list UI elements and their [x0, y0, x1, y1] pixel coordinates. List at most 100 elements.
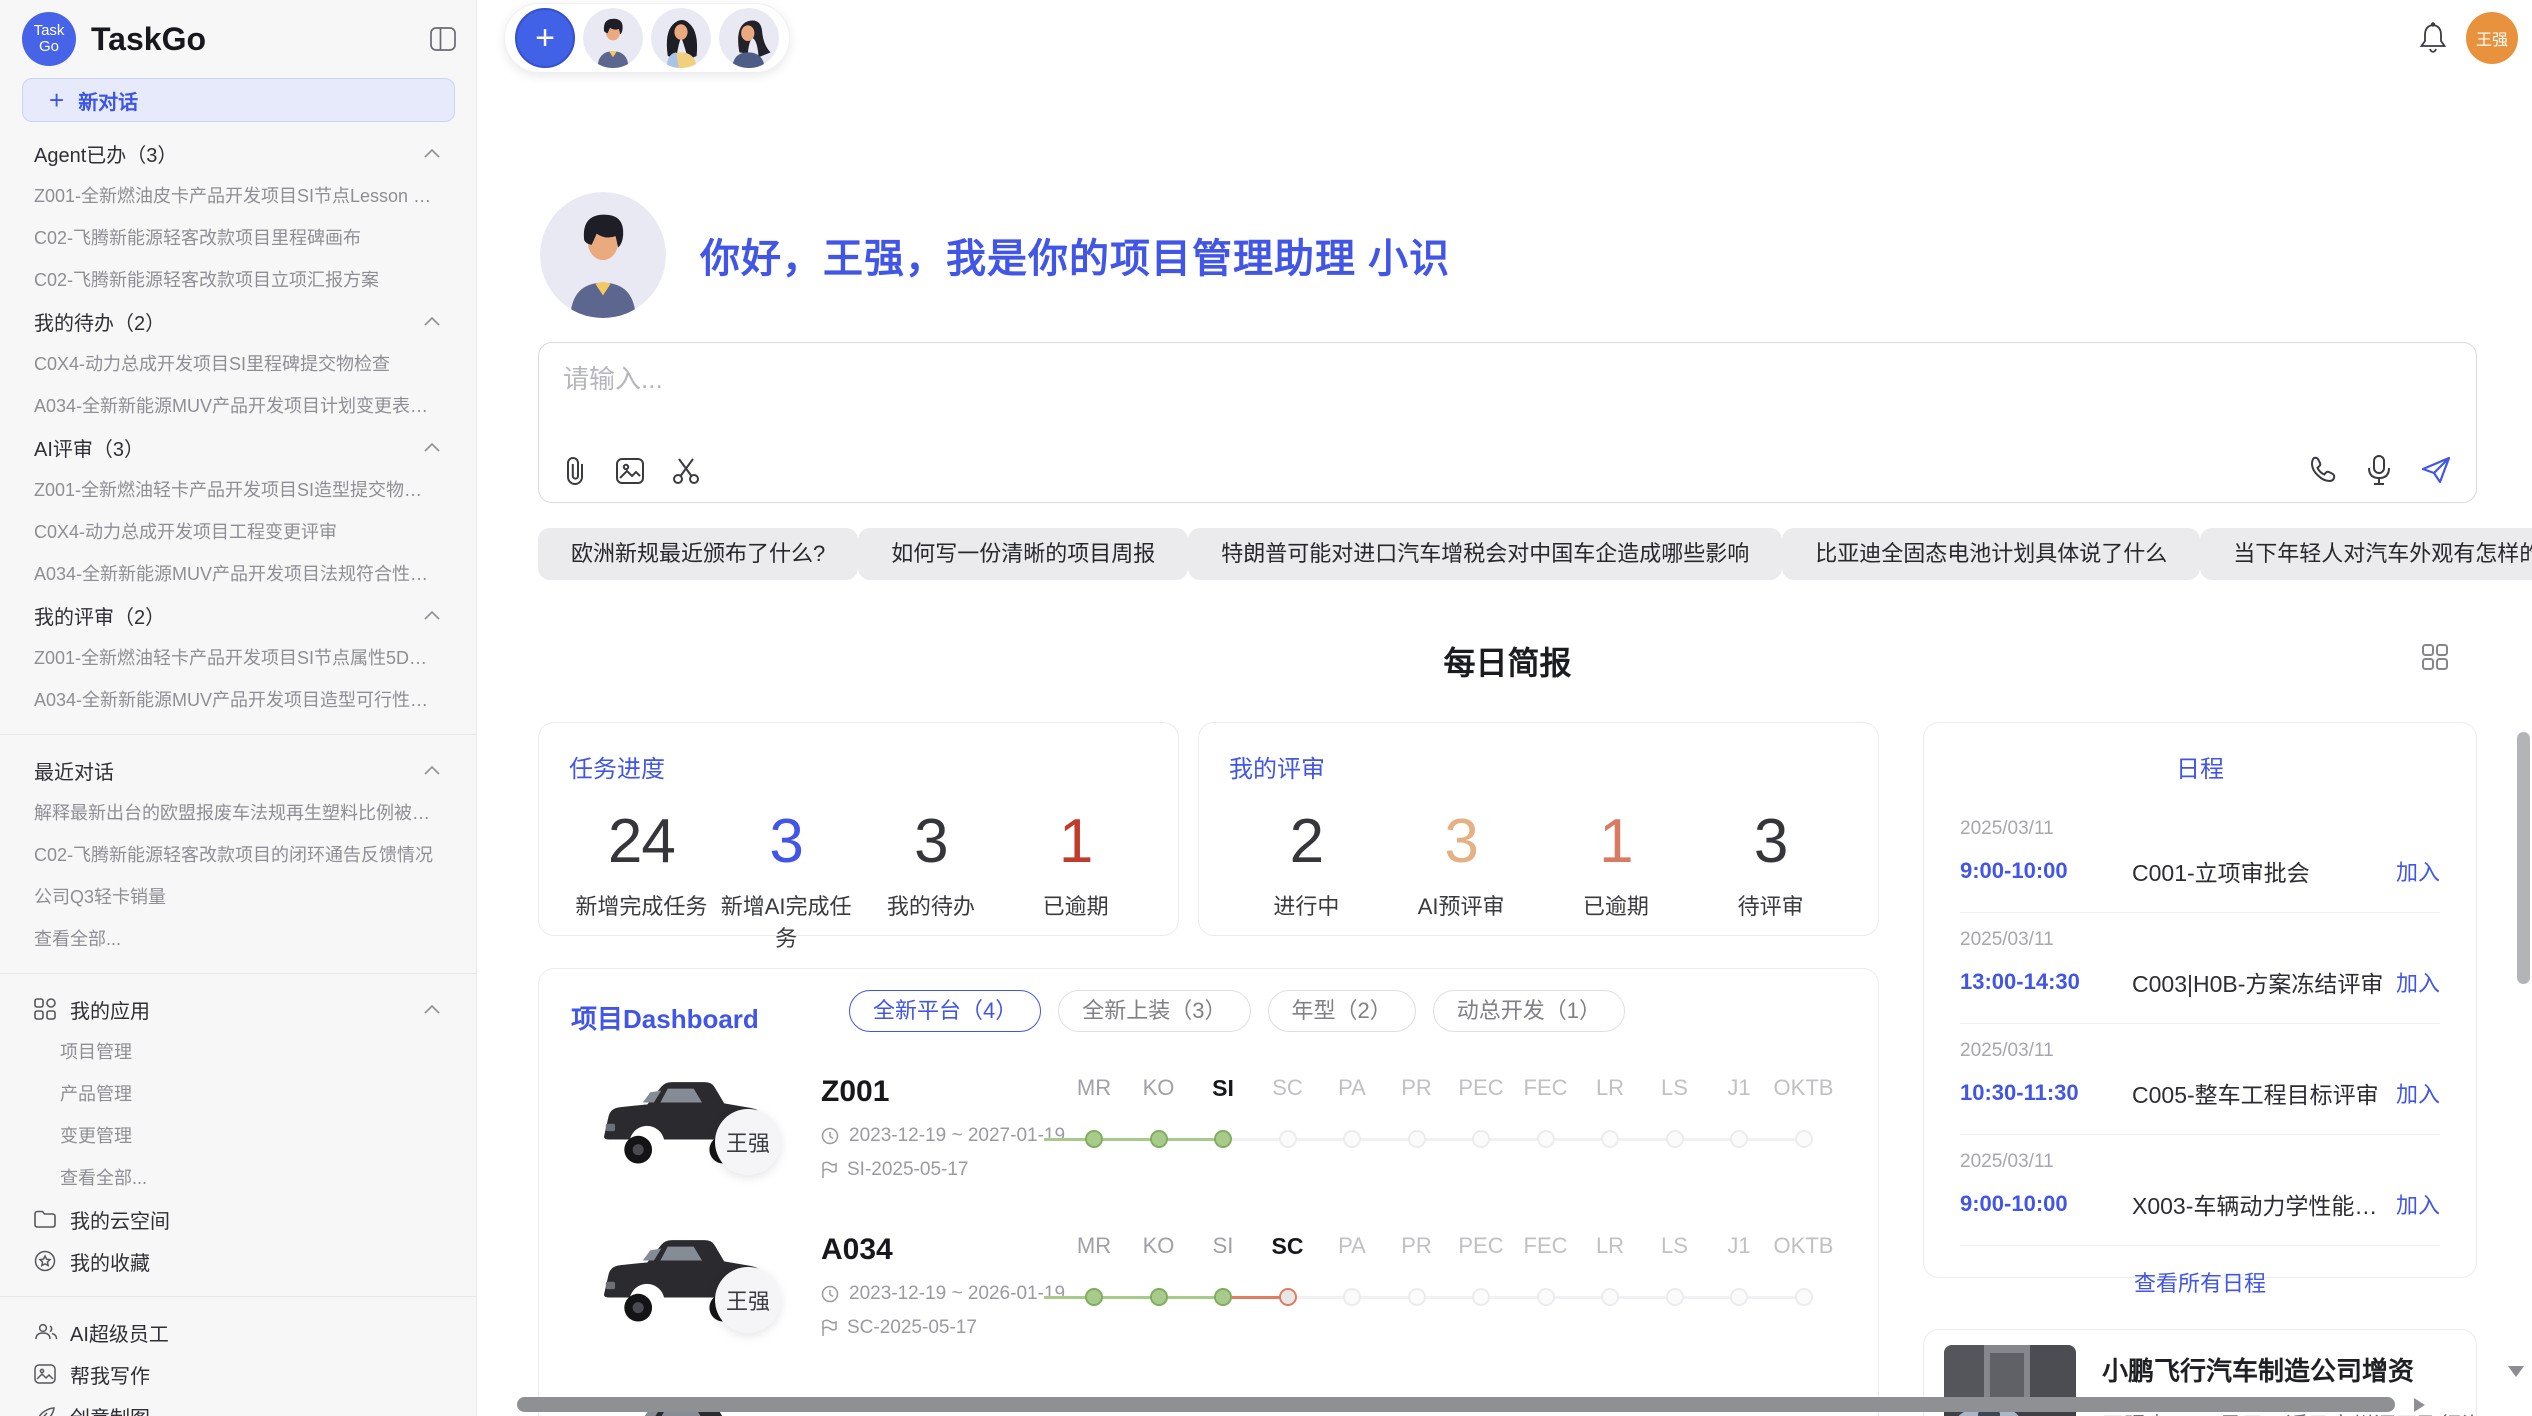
list-item[interactable]: C02-飞腾新能源轻客改款项目立项汇报方案	[0, 258, 476, 300]
view-all-recent[interactable]: 查看全部...	[0, 917, 476, 959]
sidebar-item-favorites[interactable]: 我的收藏	[0, 1240, 476, 1282]
milestone-label: KO	[1143, 1233, 1175, 1259]
list-item[interactable]: C02-飞腾新能源轻客改款项目的闭环通告反馈情况	[0, 833, 476, 875]
sidebar-item-project-mgmt[interactable]: 项目管理	[0, 1030, 476, 1072]
section-my-review[interactable]: 我的评审（2）	[0, 594, 476, 636]
owner-badge: 王强	[715, 1267, 781, 1333]
milestone-connector	[1223, 1296, 1288, 1299]
sidebar-item-label: AI超级员工	[70, 1318, 169, 1347]
sidebar-item-creative-drawing[interactable]: 创意制图	[0, 1395, 476, 1416]
chat-input[interactable]	[563, 359, 2163, 419]
schedule-event: 2025/03/11 9:00-10:00 X003-车辆动力学性能验... 加…	[1960, 1135, 2440, 1246]
chevron-up-icon[interactable]	[424, 443, 440, 452]
suggestion-chip[interactable]: 特朗普可能对进口汽车增税会对中国车企造成哪些影响	[1188, 528, 1782, 580]
suggestion-chip[interactable]: 当下年轻人对汽车外观有怎样的喜好趋势	[2200, 528, 2532, 580]
project-row[interactable]: 王强 Z001 2023-12-19 ~ 2027-01-19 SI-2025-…	[539, 1061, 1878, 1219]
section-agent-done[interactable]: Agent已办（3）	[0, 132, 476, 174]
sidebar-item-cloud-space[interactable]: 我的云空间	[0, 1198, 476, 1240]
list-item[interactable]: A034-全新新能源MUV产品开发项目法规符合性评审	[0, 552, 476, 594]
join-link[interactable]: 加入	[2396, 966, 2440, 998]
news-title: 小鹏飞行汽车制造公司增资	[2102, 1351, 2477, 1388]
image-icon[interactable]	[615, 457, 645, 485]
milestone-dot	[1408, 1288, 1426, 1306]
view-all-schedule-link[interactable]: 查看所有日程	[1960, 1246, 2440, 1318]
schedule-event: 2025/03/11 9:00-10:00 C001-立项审批会 加入	[1960, 802, 2440, 913]
stat-ai-prereview: 3 AI预评审	[1384, 806, 1539, 921]
milestone-connector	[1094, 1296, 1159, 1299]
milestone-connector	[1481, 1296, 1546, 1299]
add-agent-button[interactable]: +	[515, 8, 575, 68]
milestone-connector	[1352, 1138, 1417, 1141]
list-item[interactable]: C02-飞腾新能源轻客改款项目里程碑画布	[0, 216, 476, 258]
tab-model-year[interactable]: 年型（2）	[1268, 990, 1416, 1032]
section-title: 我的评审（2）	[34, 601, 165, 630]
scissors-icon[interactable]	[671, 456, 701, 486]
user-avatar[interactable]: 王强	[2466, 12, 2518, 64]
list-item[interactable]: A034-全新新能源MUV产品开发项目造型可行性评审	[0, 678, 476, 720]
sidebar-collapse-icon[interactable]	[430, 27, 456, 51]
dashboard-title: 项目Dashboard	[571, 999, 759, 1036]
sidebar-item-ai-super-staff[interactable]: AI超级员工	[0, 1311, 476, 1353]
section-recent-chats[interactable]: 最近对话	[0, 749, 476, 791]
milestone-label: SC	[1272, 1075, 1303, 1101]
scroll-down-arrow-icon[interactable]	[2508, 1366, 2524, 1377]
notification-bell-icon[interactable]	[2418, 22, 2448, 54]
chevron-up-icon[interactable]	[424, 149, 440, 158]
composer-send-tools	[2308, 454, 2452, 486]
event-date: 2025/03/11	[1960, 929, 2440, 951]
send-icon[interactable]	[2420, 455, 2452, 485]
milestone-label: LR	[1596, 1075, 1624, 1101]
tab-new-platform[interactable]: 全新平台（4）	[849, 990, 1041, 1032]
chevron-up-icon[interactable]	[424, 766, 440, 775]
suggestion-chip[interactable]: 欧洲新规最近颁布了什么?	[538, 528, 858, 580]
milestone-dot	[1214, 1130, 1232, 1148]
view-all-apps[interactable]: 查看全部...	[0, 1156, 476, 1198]
horizontal-scrollbar[interactable]	[517, 1397, 2395, 1412]
list-item[interactable]: C0X4-动力总成开发项目SI里程碑提交物检查	[0, 342, 476, 384]
milestone-label: PR	[1401, 1075, 1432, 1101]
section-ai-review[interactable]: AI评审（3）	[0, 426, 476, 468]
sidebar-lists: Agent已办（3） Z001-全新燃油皮卡产品开发项目SI节点Lesson L…	[0, 132, 476, 1416]
quill-pen-icon	[34, 1405, 60, 1416]
new-chat-button[interactable]: + 新对话	[22, 78, 455, 122]
list-item[interactable]: 公司Q3轻卡销量	[0, 875, 476, 917]
list-item[interactable]: Z001-全新燃油轻卡产品开发项目SI造型提交物评审	[0, 468, 476, 510]
list-item[interactable]: A034-全新新能源MUV产品开发项目计划变更表编写	[0, 384, 476, 426]
sidebar-item-label: 我的应用	[70, 995, 150, 1024]
milestone-dot	[1795, 1130, 1813, 1148]
list-item[interactable]: 解释最新出台的欧盟报废车法规再生塑料比例被调至15%...	[0, 791, 476, 833]
divider	[0, 1296, 476, 1297]
list-item[interactable]: Z001-全新燃油皮卡产品开发项目SI节点Lesson Learn报告	[0, 174, 476, 216]
agent-avatar[interactable]	[583, 8, 643, 68]
scroll-right-arrow-icon[interactable]	[2414, 1398, 2425, 1412]
apps-grid-icon	[34, 998, 60, 1020]
chevron-up-icon[interactable]	[424, 1005, 440, 1014]
paperclip-icon[interactable]	[563, 456, 589, 486]
microphone-icon[interactable]	[2366, 454, 2392, 486]
section-my-todo[interactable]: 我的待办（2）	[0, 300, 476, 342]
phone-icon[interactable]	[2308, 455, 2338, 485]
stat-overdue: 1 已逾期	[1539, 806, 1694, 921]
join-link[interactable]: 加入	[2396, 1188, 2440, 1220]
sidebar-item-my-apps[interactable]: 我的应用	[0, 988, 476, 1030]
suggestion-chip[interactable]: 如何写一份清晰的项目周报	[858, 528, 1188, 580]
suggestion-chip[interactable]: 比亚迪全固态电池计划具体说了什么	[1782, 528, 2200, 580]
chevron-up-icon[interactable]	[424, 611, 440, 620]
tab-powertrain[interactable]: 动总开发（1）	[1433, 990, 1625, 1032]
chevron-up-icon[interactable]	[424, 317, 440, 326]
list-item[interactable]: C0X4-动力总成开发项目工程变更评审	[0, 510, 476, 552]
agent-avatar[interactable]	[719, 8, 779, 68]
sidebar: Task Go TaskGo + 新对话 Agent已办（3） Z001-全新燃…	[0, 0, 477, 1416]
tab-new-body[interactable]: 全新上装（3）	[1058, 990, 1250, 1032]
layout-grid-icon[interactable]	[2421, 643, 2449, 671]
join-link[interactable]: 加入	[2396, 855, 2440, 887]
list-item[interactable]: Z001-全新燃油轻卡产品开发项目SI节点属性5D文件评审	[0, 636, 476, 678]
vertical-scrollbar[interactable]	[2517, 732, 2530, 984]
flag-icon	[821, 1161, 837, 1179]
project-row[interactable]: 王强 A034 2023-12-19 ~ 2026-01-19 SC-2025-…	[539, 1219, 1878, 1377]
sidebar-item-product-mgmt[interactable]: 产品管理	[0, 1072, 476, 1114]
agent-avatar[interactable]	[651, 8, 711, 68]
join-link[interactable]: 加入	[2396, 1077, 2440, 1109]
sidebar-item-change-mgmt[interactable]: 变更管理	[0, 1114, 476, 1156]
sidebar-item-help-me-write[interactable]: 帮我写作	[0, 1353, 476, 1395]
